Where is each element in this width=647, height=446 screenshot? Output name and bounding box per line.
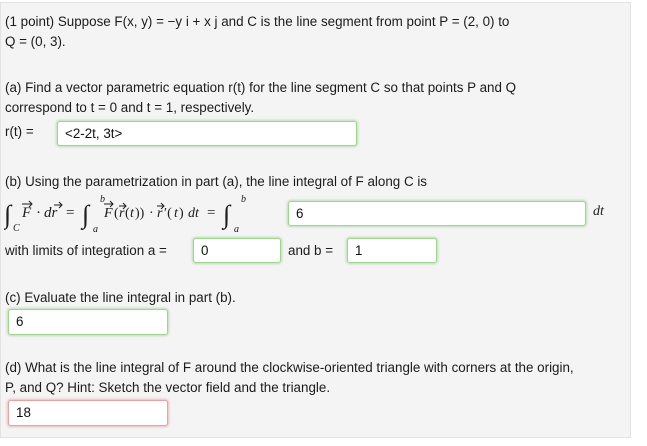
- svg-text:C: C: [13, 223, 20, 233]
- part-a-answer-input[interactable]: <2-2t, 3t>: [57, 121, 357, 146]
- svg-text:): ): [179, 206, 184, 221]
- part-b-integrand-input[interactable]: 6: [288, 201, 586, 226]
- part-d-answer-input[interactable]: 18: [8, 400, 168, 426]
- part-a-question-line1: (a) Find a vector parametric equation r(…: [5, 80, 517, 95]
- svg-text:∫: ∫: [221, 200, 232, 230]
- svg-text:b: b: [241, 194, 246, 205]
- svg-text:b: b: [100, 194, 105, 205]
- svg-text:a: a: [93, 224, 98, 233]
- svg-text:·: ·: [36, 205, 41, 221]
- svg-text:=: =: [66, 205, 74, 221]
- problem-intro-line2: Q = (0, 3).: [5, 34, 66, 49]
- svg-text:∫: ∫: [4, 200, 13, 230]
- svg-text:·: ·: [149, 206, 154, 221]
- svg-text:F: F: [103, 206, 113, 221]
- limit-a-input[interactable]: 0: [193, 238, 281, 263]
- svg-text:dr: dr: [44, 205, 58, 221]
- part-a-label: r(t) =: [5, 124, 34, 139]
- svg-text:F: F: [21, 205, 32, 221]
- limits-label: with limits of integration a =: [5, 243, 167, 258]
- svg-text:=: =: [207, 205, 215, 221]
- part-c-question-line: (c) Evaluate the line integral in part (…: [5, 290, 236, 305]
- limit-b-input[interactable]: 1: [347, 238, 437, 263]
- limits-and-b-label: and b =: [288, 243, 334, 258]
- part-d-question-line2: P, and Q? Hint: Sketch the vector field …: [5, 380, 331, 395]
- part-b-dt: dt: [593, 204, 604, 219]
- part-b-question-line: (b) Using the parametrization in part (a…: [5, 174, 428, 189]
- svg-text:a: a: [234, 224, 239, 233]
- part-a-question-line2: correspond to t = 0 and t = 1, respectiv…: [5, 100, 255, 115]
- part-d-question-line1: (d) What is the line integral of F aroun…: [5, 360, 574, 375]
- part-c-answer-input[interactable]: 6: [8, 309, 168, 335]
- svg-text:∫: ∫: [80, 200, 91, 230]
- svg-text:′(: ′(: [164, 206, 172, 221]
- svg-text:dt: dt: [188, 206, 200, 221]
- line-integral-formula: ∫ C F · dr = ∫ b a F ( r ( t )) · r ′( t…: [2, 194, 246, 235]
- problem-intro-line1: (1 point) Suppose F(x, y) = −y i + x j a…: [5, 14, 510, 29]
- svg-text:)): )): [135, 206, 145, 221]
